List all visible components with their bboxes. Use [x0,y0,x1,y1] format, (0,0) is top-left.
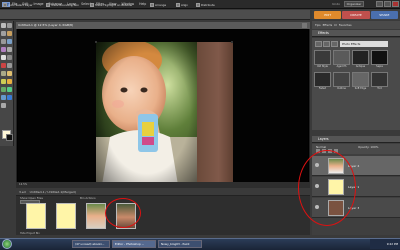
effects-dropdown[interactable]: Photo Effects [340,41,388,47]
background-color-swatch[interactable] [6,134,13,141]
eraser-tool-icon[interactable] [1,79,6,84]
eyedropper-tool-icon[interactable] [7,31,12,36]
effect-thumb [314,50,331,65]
align-icon [176,3,180,7]
bounding-box-option[interactable]: Show Bounding Box [46,3,79,7]
tips-tab[interactable]: Tips [315,22,321,28]
distribute-icon [196,3,200,7]
taskbar-item[interactable]: (47 unread) ebooki... [72,240,110,248]
healing-tool-icon[interactable] [7,63,12,68]
effect-swatch[interactable]: Aged Ph [333,50,350,70]
mode-tabs: EDIT CREATE SHARE [312,10,400,20]
layers-panel-header[interactable]: Layers [312,136,400,143]
bin-actions-label[interactable]: Bin Actions [80,196,96,200]
effect-swatch[interactable]: Sepia [371,50,388,70]
effect-thumb [333,72,350,87]
effect-thumb [352,72,369,87]
bin-thumbnail[interactable] [86,203,106,229]
selection-brush-icon[interactable] [7,47,12,52]
close-document-icon[interactable] [302,23,307,28]
toolbox [0,21,14,146]
undo-button[interactable]: Undo [332,2,340,6]
checkbox-icon[interactable] [90,3,94,7]
status-bar: 12.5% [16,182,310,188]
maximize-icon[interactable] [384,1,391,7]
effects-panel-header[interactable]: Effects [312,30,400,37]
filters-icon[interactable] [315,41,322,47]
tab-share[interactable]: SHARE [370,11,398,19]
tab-create[interactable]: CREATE [342,11,370,19]
hide-bin-label[interactable]: Hide Project Bin [20,232,40,235]
menu-help[interactable]: Help [139,2,146,7]
photo-layer[interactable] [96,42,198,185]
zoom-tool-icon[interactable] [7,23,12,28]
checkbox-icon[interactable] [46,3,50,7]
window-controls [376,1,399,7]
distribute-button[interactable]: Distribute [196,3,215,7]
effect-thumb [371,50,388,65]
sponge-tool-icon[interactable] [1,103,6,108]
align-button[interactable]: Align [176,3,188,7]
type-tool-icon[interactable] [1,55,6,60]
document-title: Untitled-1 @ 12.5% (Layer 4, RGB/8) [16,22,310,29]
pencil-tool-icon[interactable] [7,71,12,76]
move-tool-icon[interactable] [1,23,6,28]
organizer-button[interactable]: Organizer [344,1,364,7]
clone-stamp-icon[interactable] [1,71,6,76]
bin-thumbnail[interactable] [26,203,46,229]
gradient-tool-icon[interactable] [7,87,12,92]
brown-fill-layer[interactable] [197,42,233,185]
effect-swatch[interactable]: Outline [333,72,350,92]
effect-swatch[interactable]: Soft Edge [352,72,369,92]
paint-bucket-icon[interactable] [1,87,6,92]
start-button-icon[interactable] [2,239,12,249]
highlight-option[interactable]: Show Highlight on Rollover [90,3,133,7]
effect-thumb [371,72,388,87]
effect-swatch[interactable]: Antique [352,50,369,70]
panel-quick-tabs: Tips Effects Cl Favorites [312,21,400,29]
auto-select-option[interactable]: Auto Select Layer [3,3,33,7]
highlight-circle [298,150,356,226]
highlight-circle [105,198,141,228]
options-bar [0,10,310,20]
transform-handle[interactable] [95,41,97,43]
effect-swatch[interactable]: Faded [314,72,331,92]
favorites-tab[interactable]: Favorites [339,22,352,28]
taskbar-item-active[interactable]: Editor - Photoshop ... [112,240,156,248]
transform-handle[interactable] [231,41,233,43]
taskbar-item[interactable]: Nowy_blog03 - Paint [158,240,202,248]
checkbox-icon[interactable] [3,3,7,7]
photo-effects-icon[interactable] [331,41,338,47]
minimize-icon[interactable] [376,1,383,7]
magic-wand-tool-icon[interactable] [1,47,6,52]
opacity-field[interactable]: Opacity: 100% [358,145,378,149]
tab-edit[interactable]: EDIT [314,11,342,19]
blur-tool-icon[interactable] [7,95,12,100]
arrange-button[interactable]: Arrange [150,3,166,7]
marquee-tool-icon[interactable] [1,39,6,44]
brush-tool-icon[interactable] [7,79,12,84]
layer-styles-icon[interactable] [323,41,330,47]
effect-swatch[interactable]: Old Style [314,50,331,70]
effect-thumb [352,50,369,65]
crop-tool-icon[interactable] [7,55,12,60]
cl-tab[interactable]: Cl [334,22,337,28]
close-icon[interactable] [392,1,399,7]
shape-tool-icon[interactable] [1,95,6,100]
arrange-icon [150,3,154,7]
child-photo [96,42,198,185]
clock: 9:22 PM [370,239,400,249]
lasso-tool-icon[interactable] [7,39,12,44]
menu-image[interactable]: Image [34,2,44,7]
effect-thumb [314,72,331,87]
effect-swatch[interactable]: Tint [371,72,388,92]
effect-thumb [333,50,350,65]
red-eye-tool-icon[interactable] [1,63,6,68]
effects-tab[interactable]: Effects [323,22,333,28]
bin-thumbnail[interactable] [56,203,76,229]
hand-tool-icon[interactable] [1,31,6,36]
